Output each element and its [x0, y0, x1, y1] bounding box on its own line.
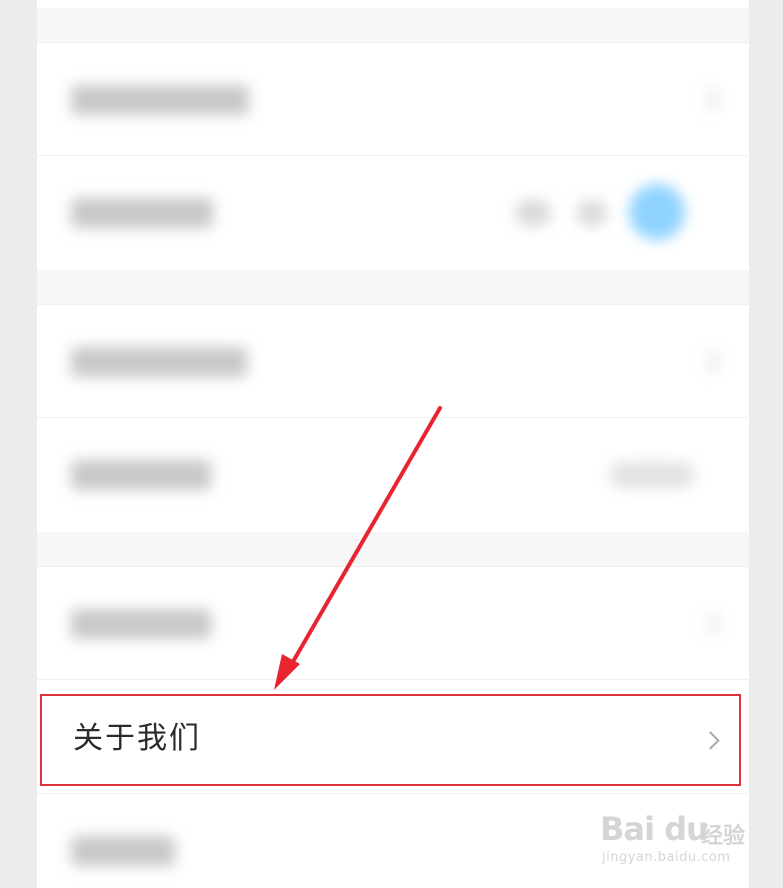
about-us-row[interactable]: 关于我们 [37, 679, 749, 793]
chevron-right-icon [696, 611, 721, 636]
watermark-suffix: 经验 [700, 824, 745, 849]
chevron-right-icon [701, 731, 720, 750]
watermark-url: jingyan.baidu.com [602, 850, 731, 865]
blurred-label [71, 609, 211, 639]
blurred-toggle-icon [629, 184, 685, 240]
blurred-label [71, 347, 247, 377]
blurred-option [515, 200, 551, 226]
blurred-option [577, 200, 607, 226]
settings-row-blurred-3[interactable] [37, 304, 749, 417]
chevron-right-icon [696, 87, 721, 112]
about-us-label: 关于我们 [73, 721, 201, 756]
blurred-label [71, 836, 175, 866]
blurred-content [37, 43, 749, 155]
baidu-watermark: Bai du 经验 jingyan.baidu.com [600, 806, 745, 870]
settings-row-blurred-1[interactable] [37, 42, 749, 155]
blurred-label [71, 198, 213, 228]
settings-row-blurred-4[interactable] [37, 417, 749, 532]
blurred-label [71, 460, 211, 490]
chevron-right-icon [696, 349, 721, 374]
settings-row-top-partial [37, 0, 749, 8]
blurred-content [37, 305, 749, 417]
blurred-value [609, 462, 695, 488]
settings-row-blurred-2[interactable] [37, 155, 749, 270]
blurred-content [37, 567, 749, 679]
settings-screen: 关于我们 [37, 0, 749, 888]
watermark-brand: Bai du [600, 810, 709, 848]
settings-row-blurred-5[interactable] [37, 566, 749, 679]
blurred-label [71, 85, 249, 115]
blurred-content [37, 418, 749, 532]
blurred-content [37, 156, 749, 270]
